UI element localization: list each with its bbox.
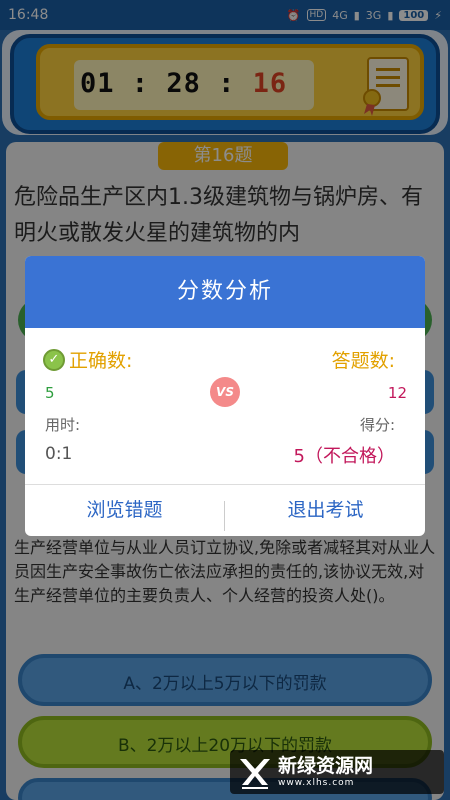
exit-exam-button[interactable]: 退出考试 xyxy=(226,485,425,536)
button-divider xyxy=(224,501,225,531)
answered-count-value: 12 xyxy=(387,384,407,402)
site-watermark: 新绿资源网 www.xlhs.com xyxy=(230,750,444,794)
checkmark-icon: ✓ xyxy=(43,348,65,371)
correct-count-value: 5 xyxy=(45,384,55,402)
vs-icon: VS xyxy=(210,377,240,407)
watermark-logo-icon xyxy=(240,759,270,789)
review-wrong-button[interactable]: 浏览错题 xyxy=(25,485,224,536)
watermark-name: 新绿资源网 xyxy=(278,755,374,777)
answered-count-label: 答题数: xyxy=(331,350,395,372)
time-used-value: 0:1 xyxy=(45,444,73,464)
score-value: 5（不合格） xyxy=(293,446,395,467)
dialog-title: 分数分析 xyxy=(25,256,425,328)
score-analysis-dialog: 分数分析 ✓ 正确数: 答题数: 5 VS 12 用时: 得分: 0:1 5（不… xyxy=(25,256,425,536)
correct-count-label: ✓ 正确数: xyxy=(43,346,132,373)
time-used-label: 用时: xyxy=(45,416,81,434)
watermark-text: 新绿资源网 www.xlhs.com xyxy=(278,755,373,789)
score-label: 得分: xyxy=(359,416,395,434)
correct-label-text: 正确数: xyxy=(69,350,133,372)
watermark-url: www.xlhs.com xyxy=(278,778,355,788)
